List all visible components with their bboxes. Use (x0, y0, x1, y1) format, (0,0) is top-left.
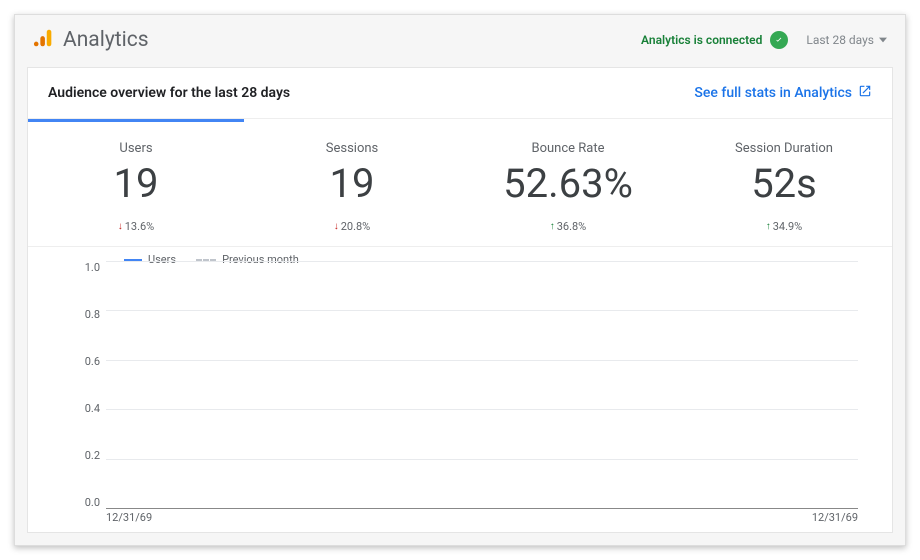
y-axis: 1.0 0.8 0.6 0.4 0.2 0.0 (58, 261, 106, 509)
metric-delta-value: 36.8% (557, 220, 587, 233)
external-link-icon (858, 84, 872, 102)
panel-header: Audience overview for the last 28 days S… (28, 68, 892, 119)
brand: Analytics (33, 27, 149, 53)
panel-link-label: See full stats in Analytics (694, 85, 852, 101)
metric-delta: ↓20.8% (334, 220, 371, 233)
metric-tab-bounce-rate[interactable]: Bounce Rate 52.63% ↑36.8% (460, 119, 676, 247)
connected-label: Analytics is connected (641, 33, 762, 47)
metrics-row: Users19↓13.6%Sessions19↓20.8%Bounce Rate… (28, 119, 892, 247)
chart-area: Users Previous month 1.00.80.60.40.20.0 … (28, 247, 892, 532)
y-tick: 0.8 (58, 308, 100, 321)
metric-tab-sessions[interactable]: Sessions 19 ↓20.8% (244, 119, 460, 247)
y-tick: 0.0 (58, 496, 100, 509)
metric-value: 52.63% (468, 162, 668, 206)
metric-label: Session Duration (684, 141, 884, 156)
x-axis-start: 12/31/69 (106, 511, 152, 524)
y-tick: 0.6 (58, 355, 100, 368)
see-full-stats-link[interactable]: See full stats in Analytics (694, 84, 872, 102)
gridline (106, 508, 858, 509)
metric-value: 19 (252, 162, 452, 206)
metric-label: Bounce Rate (468, 141, 668, 156)
chart-plot: 1.0 0.8 0.6 0.4 0.2 0.0 (58, 261, 858, 509)
arrow-down-icon: ↓ (334, 221, 339, 232)
chart-grid (106, 261, 858, 509)
metric-label: Users (36, 141, 236, 156)
check-icon (770, 31, 788, 49)
gridline (106, 409, 858, 410)
arrow-up-icon: ↑ (550, 221, 555, 232)
metric-delta-value: 13.6% (125, 220, 155, 233)
metric-tab-users[interactable]: Users 19 ↓13.6% (28, 119, 244, 247)
gridline (106, 360, 858, 361)
y-tick: 0.2 (58, 449, 100, 462)
y-tick: 0.4 (58, 402, 100, 415)
metric-tab-session-duration[interactable]: Session Duration 52s ↑34.9% (676, 119, 892, 247)
brand-name: Analytics (63, 28, 149, 52)
topbar: Analytics Analytics is connected Last 28… (15, 15, 905, 67)
metric-value: 19 (36, 162, 236, 206)
arrow-up-icon: ↑ (766, 221, 771, 232)
y-tick: 1.0 (58, 261, 100, 274)
analytics-logo-icon (33, 27, 55, 53)
gridline (106, 459, 858, 460)
metric-delta-value: 34.9% (773, 220, 803, 233)
metric-delta: ↑34.9% (766, 220, 803, 233)
date-range-label: Last 28 days (806, 33, 874, 47)
metric-label: Sessions (252, 141, 452, 156)
metric-delta: ↓13.6% (118, 220, 155, 233)
chevron-down-icon (879, 33, 887, 47)
overview-panel: Audience overview for the last 28 days S… (27, 67, 893, 533)
connected-status: Analytics is connected (641, 31, 788, 49)
x-axis: 12/31/69 12/31/69 (58, 511, 858, 524)
metric-value: 52s (684, 162, 884, 206)
date-range-selector[interactable]: Last 28 days (806, 33, 887, 47)
x-axis-end: 12/31/69 (812, 511, 858, 524)
metric-delta: ↑36.8% (550, 220, 587, 233)
arrow-down-icon: ↓ (118, 221, 123, 232)
metric-delta-value: 20.8% (341, 220, 371, 233)
panel-title: Audience overview for the last 28 days (48, 85, 290, 101)
analytics-card: Analytics Analytics is connected Last 28… (14, 14, 906, 546)
gridline (106, 310, 858, 311)
topbar-right: Analytics is connected Last 28 days (641, 31, 887, 49)
gridline (106, 261, 858, 262)
